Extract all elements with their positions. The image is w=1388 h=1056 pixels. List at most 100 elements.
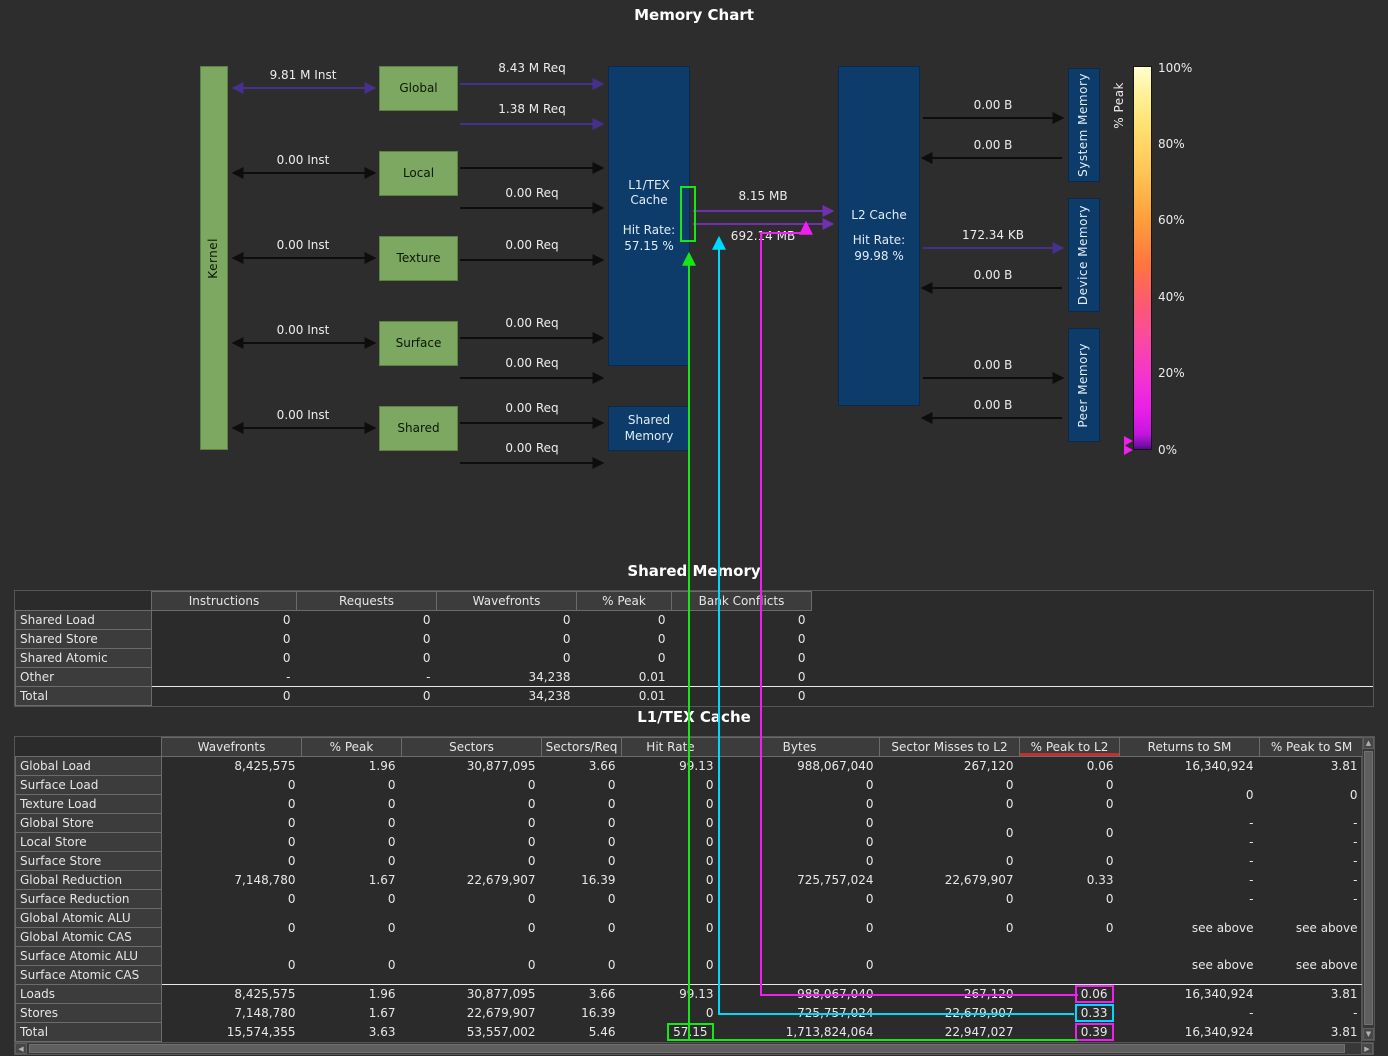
cell: 1,713,824,064: [720, 1023, 880, 1042]
cell: 0: [622, 890, 720, 909]
memory-chart-view: Memory Chart Kernel Global Local Texture…: [0, 0, 1388, 1056]
col-header-peak-to-sm[interactable]: % Peak to SM: [1260, 738, 1364, 757]
col-header-returns-to-sm[interactable]: Returns to SM: [1120, 738, 1260, 757]
cell: 0: [577, 630, 672, 649]
col-header-bank-conflicts[interactable]: Bank Conflicts: [672, 592, 812, 611]
legend-tick: 40%: [1158, 290, 1185, 304]
l1-hit-rate-value: 57.15 %: [609, 239, 689, 255]
arrow-label: 1.38 M Req: [498, 102, 566, 116]
cell: 22,679,907: [402, 871, 542, 890]
cell: 0: [577, 611, 672, 630]
cell-merged: 0: [302, 947, 402, 985]
l1-tex-cache-table: Wavefronts % Peak Sectors Sectors/Req Hi…: [14, 736, 1362, 1043]
op-box-local: Local: [379, 151, 458, 196]
cell-merged: 0: [1120, 776, 1260, 814]
vertical-scrollbar-thumb[interactable]: [1364, 751, 1373, 1025]
cell: 53,557,002: [402, 1023, 542, 1042]
cell-merged: 0: [542, 909, 622, 947]
l2-cache-box: L2 Cache Hit Rate: 99.98 %: [838, 66, 920, 406]
cell: 1.67: [302, 871, 402, 890]
highlight-stores-peak-to-l2: 0.33: [1075, 1004, 1114, 1022]
cell: 22,947,027: [880, 1023, 1020, 1042]
scroll-up-button[interactable]: ▲: [1363, 737, 1374, 749]
row-label: Total: [16, 687, 152, 706]
horizontal-scrollbar-thumb[interactable]: [29, 1044, 1345, 1053]
arrow-label: 0.00 Inst: [277, 323, 330, 337]
table-row-surface-load: Surface Load 0 0 0 0 0 0 0 0 0 0: [16, 776, 1364, 795]
row-label: Surface Atomic CAS: [16, 966, 162, 985]
col-header-sector-misses[interactable]: Sector Misses to L2: [880, 738, 1020, 757]
op-box-global: Global: [379, 66, 458, 111]
cell-merged: 0: [162, 909, 302, 947]
cell: -: [1120, 1004, 1260, 1023]
cell: 0: [152, 649, 297, 668]
col-header-hit-rate[interactable]: Hit Rate: [622, 738, 720, 757]
col-header-instructions[interactable]: Instructions: [152, 592, 297, 611]
scroll-down-button[interactable]: ▼: [1363, 1028, 1374, 1040]
row-label: Surface Load: [16, 776, 162, 795]
cell: -: [1260, 1004, 1364, 1023]
cell: 0: [622, 833, 720, 852]
cell: 0: [297, 649, 437, 668]
arrow-label: 0.00 Req: [505, 238, 558, 252]
cell: 0: [880, 890, 1020, 909]
cell: 1.67: [302, 1004, 402, 1023]
cell: 0: [162, 852, 302, 871]
vertical-scrollbar[interactable]: ▲ ▼: [1362, 736, 1375, 1041]
cell: 0: [542, 776, 622, 795]
cell: 0: [622, 776, 720, 795]
device-memory-box: Device Memory: [1068, 198, 1100, 312]
cell: 30,877,095: [402, 985, 542, 1004]
col-header-sectors[interactable]: Sectors: [402, 738, 542, 757]
cell-merged: see above: [1260, 909, 1364, 947]
row-label: Stores: [16, 1004, 162, 1023]
op-box-surface: Surface: [379, 321, 458, 366]
row-label: Local Store: [16, 833, 162, 852]
scroll-left-button[interactable]: ◀: [15, 1043, 27, 1054]
cell: 0: [152, 630, 297, 649]
cell: 99.13: [622, 985, 720, 1004]
cell: 0: [672, 687, 812, 706]
cell-merged: 0: [622, 947, 720, 985]
l1-table-title: L1/TEX Cache: [0, 708, 1388, 726]
op-label: Global: [399, 81, 437, 97]
corner-cell: [812, 592, 1374, 611]
row-label: Surface Reduction: [16, 890, 162, 909]
peer-memory-label: Peer Memory: [1076, 343, 1092, 428]
arrow-label: 0.00 Inst: [277, 238, 330, 252]
cell: 22,679,907: [880, 1004, 1020, 1023]
row-label: Global Load: [16, 757, 162, 776]
system-memory-box: System Memory: [1068, 68, 1100, 182]
horizontal-scrollbar[interactable]: ◀ ▶: [14, 1042, 1374, 1055]
cell: 0: [542, 814, 622, 833]
table-row-shared-atomic: Shared Atomic 0 0 0 0 0: [16, 649, 1374, 668]
row-label: Global Reduction: [16, 871, 162, 890]
col-header-peak-to-l2[interactable]: % Peak to L2: [1020, 738, 1120, 757]
cell: 0: [672, 630, 812, 649]
col-header-peak[interactable]: % Peak: [302, 738, 402, 757]
l2-hit-rate-value: 99.98 %: [851, 249, 906, 265]
legend-tick: 80%: [1158, 137, 1185, 151]
col-header-wavefronts[interactable]: Wavefronts: [162, 738, 302, 757]
shared-memory-table-title: Shared Memory: [0, 562, 1388, 580]
cell: 0: [720, 890, 880, 909]
cell: 0: [622, 814, 720, 833]
table-row-local-store: Local Store 0 0 0 0 0 0 - -: [16, 833, 1364, 852]
col-header-sectors-req[interactable]: Sectors/Req: [542, 738, 622, 757]
cell: 0: [672, 649, 812, 668]
cell-merged: 0: [1020, 909, 1120, 947]
table-row-other: Other - - 34,238 0.01 0: [16, 668, 1374, 687]
l1-cache-name: L1/TEX Cache: [609, 178, 689, 209]
op-label: Surface: [396, 336, 442, 352]
col-header-wavefronts[interactable]: Wavefronts: [437, 592, 577, 611]
scroll-right-button[interactable]: ▶: [1361, 1043, 1373, 1054]
col-header-requests[interactable]: Requests: [297, 592, 437, 611]
col-header-bytes[interactable]: Bytes: [720, 738, 880, 757]
shared-memory-label: Shared Memory: [609, 413, 689, 444]
cell: 0: [302, 890, 402, 909]
legend-tick: 60%: [1158, 213, 1185, 227]
col-header-peak[interactable]: % Peak: [577, 592, 672, 611]
cell: 0: [297, 611, 437, 630]
cell: -: [1260, 852, 1364, 871]
cell: 16,340,924: [1120, 985, 1260, 1004]
